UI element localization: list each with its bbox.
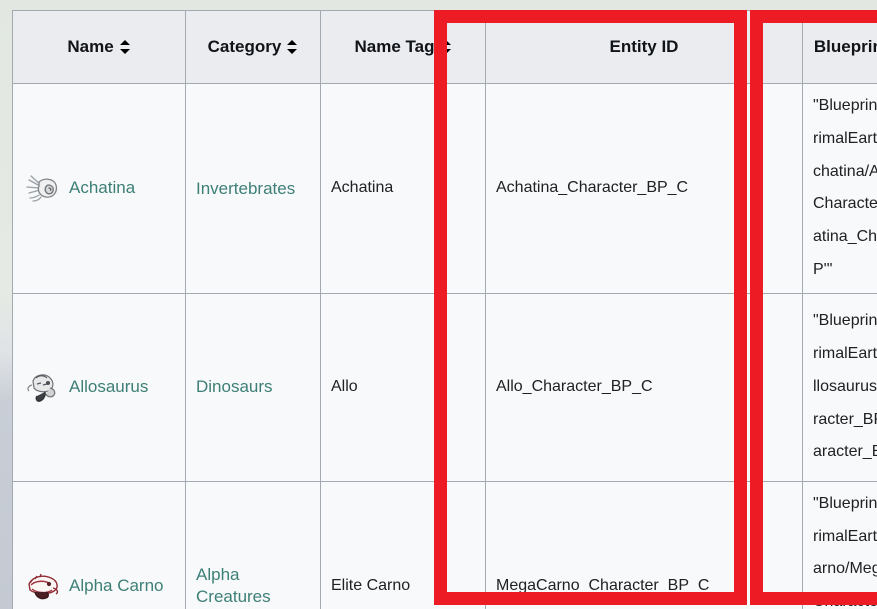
table-row: Allosaurus Dinosaurs Allo Allo_Character… [13,293,877,481]
cell-category: Dinosaurs [186,293,321,481]
category-link[interactable]: Dinosaurs [196,377,273,396]
cell-name-tag: Allo [321,293,486,481]
column-header-entity-id-label: Entity ID [610,36,679,57]
cell-blueprint-path: "Blueprint'/Game/PrimalEarth/Dinos/Allos… [803,293,877,481]
creature-name-link[interactable]: Alpha Carno [69,576,164,596]
table-row: Achatina Invertebrates Achatina Achatina… [13,84,877,294]
creature-name-link[interactable]: Achatina [69,178,135,198]
column-header-entity-id[interactable]: Entity ID [486,11,803,84]
cell-blueprint-path: "Blueprint'/Game/PrimalEarth/Dinos/Achat… [803,84,877,294]
creature-table-container: Name Category Name Tag [12,10,877,609]
creature-name-link[interactable]: Allosaurus [69,377,148,397]
sort-arrows-icon[interactable] [441,39,452,55]
column-header-name[interactable]: Name [13,11,186,84]
column-header-name-tag[interactable]: Name Tag [321,11,486,84]
column-header-blueprint-path[interactable]: Blueprint Path [803,11,877,84]
sort-arrows-icon[interactable] [120,39,131,55]
column-header-category[interactable]: Category [186,11,321,84]
achatina-icon [23,166,67,210]
cell-entity-id: Achatina_Character_BP_C [486,84,803,294]
cell-blueprint-path: "Blueprint'/Game/PrimalEarth/Dinos/Carno… [803,481,877,609]
column-header-name-tag-label: Name Tag [355,36,435,57]
creature-ids-table: Name Category Name Tag [12,10,877,609]
category-link[interactable]: Alpha Creatures [196,565,271,606]
cell-category: Invertebrates [186,84,321,294]
category-link[interactable]: Invertebrates [196,179,295,198]
table-row: Alpha Carno Alpha Creatures Elite Carno … [13,481,877,609]
cell-name: Alpha Carno [13,481,186,609]
cell-name-tag: Achatina [321,84,486,294]
cell-name: Allosaurus [13,293,186,481]
table-header-row: Name Category Name Tag [13,11,877,84]
table-body: Achatina Invertebrates Achatina Achatina… [13,84,877,609]
allosaurus-icon [23,365,67,409]
column-header-blueprint-path-label: Blueprint Path [814,36,877,57]
alpha-carno-icon [23,564,67,608]
cell-name: Achatina [13,84,186,294]
cell-entity-id: Allo_Character_BP_C [486,293,803,481]
cell-category: Alpha Creatures [186,481,321,609]
cell-name-tag: Elite Carno [321,481,486,609]
screenshot-root: Name Category Name Tag [0,0,877,609]
column-header-name-label: Name [67,36,113,57]
cell-entity-id: MegaCarno_Character_BP_C [486,481,803,609]
table-header: Name Category Name Tag [13,11,877,84]
sort-arrows-icon[interactable] [287,39,298,55]
column-header-category-label: Category [208,36,282,57]
